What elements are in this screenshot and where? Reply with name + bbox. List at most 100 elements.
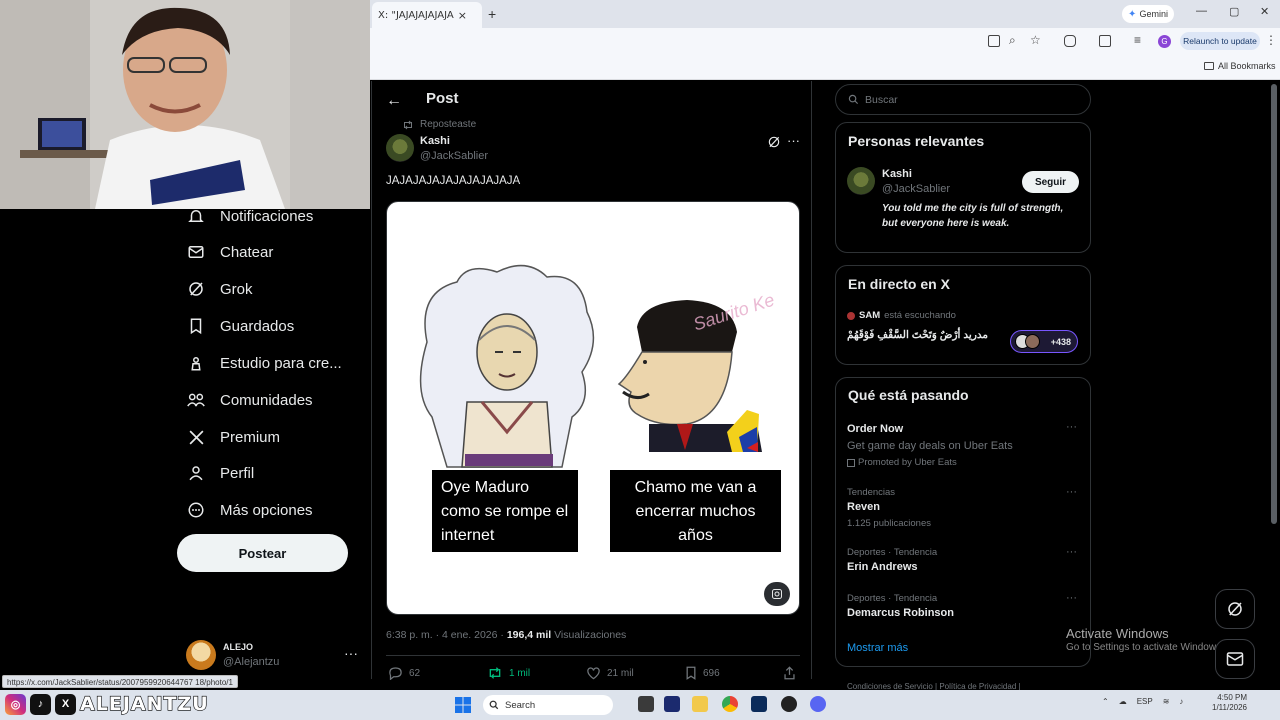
relevant-handle[interactable]: @JackSablier <box>882 183 950 195</box>
taskbar-search[interactable]: Search <box>483 695 613 715</box>
profile-avatar-icon[interactable]: G <box>1158 35 1171 48</box>
follow-button[interactable]: Seguir <box>1022 171 1079 193</box>
chevron-up-icon[interactable]: ⌃ <box>1102 697 1109 706</box>
trend-name[interactable]: Reven <box>847 501 880 513</box>
communities-icon <box>186 390 206 410</box>
x-logo-icon: X <box>55 693 76 715</box>
promoted-line: Promoted by Uber Eats <box>847 457 957 468</box>
gemini-button[interactable]: ✦ Gemini <box>1122 5 1174 23</box>
star-icon[interactable]: ☆ <box>1030 33 1041 47</box>
minimize-icon[interactable]: — <box>1196 5 1207 17</box>
nav-item-notificaciones[interactable]: Notificaciones <box>186 205 313 227</box>
maximize-icon[interactable]: ▢ <box>1229 5 1239 18</box>
live-listeners-pill[interactable]: +438 <box>1010 330 1078 353</box>
post-more-icon[interactable]: ··· <box>787 133 800 148</box>
nav-item-guardados[interactable]: Guardados <box>186 315 294 337</box>
browser-menu-icon[interactable]: ⋮ <box>1265 33 1277 47</box>
chrome-icon[interactable] <box>722 696 738 712</box>
trend-name[interactable]: Order Now <box>847 423 903 435</box>
trend-more-icon[interactable]: ··· <box>1066 592 1077 604</box>
live-host-name: SAM <box>859 310 881 321</box>
trend-name[interactable]: Erin Andrews <box>847 561 918 573</box>
host-avatar-icon <box>847 311 855 320</box>
nav-item-estudio[interactable]: Estudio para cre... <box>186 352 342 374</box>
relevant-name[interactable]: Kashi <box>882 168 912 180</box>
author-avatar[interactable] <box>386 134 414 162</box>
task-view-icon[interactable] <box>638 696 654 712</box>
trend-more-icon[interactable]: ··· <box>1066 486 1077 498</box>
post-media-image[interactable]: Saurito Ke Oye Maduro como se rompe el i… <box>386 201 800 615</box>
trend-name[interactable]: Demarcus Robinson <box>847 607 954 619</box>
page-scrollbar[interactable] <box>1271 84 1277 524</box>
trend-meta: Deportes · Tendencia <box>847 593 938 604</box>
bookmark-button[interactable]: 696 <box>685 666 720 680</box>
nav-item-premium[interactable]: Premium <box>186 426 280 448</box>
zoom-icon[interactable]: ⌕ <box>1009 33 1016 48</box>
author-handle[interactable]: @JackSablier <box>420 150 488 162</box>
close-window-icon[interactable]: ✕ <box>1260 5 1269 18</box>
account-avatar[interactable] <box>186 640 216 670</box>
show-more-link[interactable]: Mostrar más <box>847 642 908 654</box>
reading-list-icon[interactable]: ≡ <box>1134 33 1141 47</box>
card-title: En directo en X <box>848 276 950 292</box>
bell-icon <box>186 206 206 226</box>
trend-more-icon[interactable]: ··· <box>1066 421 1077 433</box>
trend-more-icon[interactable]: ··· <box>1066 546 1077 558</box>
grok-float-button[interactable] <box>1215 589 1255 629</box>
relaunch-button[interactable]: Relaunch to update <box>1180 32 1260 50</box>
discord-icon[interactable] <box>810 696 826 712</box>
repost-action-icon <box>489 667 501 679</box>
nav-label: Perfil <box>220 464 255 482</box>
new-tab-button[interactable]: + <box>488 6 496 22</box>
nav-label: Grok <box>220 280 253 298</box>
heart-icon <box>587 667 600 680</box>
photoshop-icon[interactable] <box>751 696 767 712</box>
wifi-icon[interactable]: ≋ <box>1163 697 1170 706</box>
nav-item-comunidades[interactable]: Comunidades <box>186 389 313 411</box>
image-edit-icon[interactable] <box>764 582 790 606</box>
bookmark-action-icon <box>686 666 696 680</box>
share-button[interactable] <box>783 666 796 680</box>
volume-icon[interactable]: ♪ <box>1179 697 1183 706</box>
split-view-icon[interactable] <box>1099 35 1111 47</box>
obs-icon[interactable] <box>781 696 797 712</box>
like-button[interactable]: 21 mil <box>586 666 634 680</box>
all-bookmarks-button[interactable]: All Bookmarks <box>1204 61 1276 71</box>
mail-icon <box>1226 652 1244 666</box>
file-explorer-icon[interactable] <box>692 696 708 712</box>
taskbar-clock[interactable]: 4:50 PM 1/11/2026 <box>1212 693 1247 713</box>
extensions-icon[interactable] <box>1064 35 1076 47</box>
grok-explain-icon[interactable] <box>767 135 781 149</box>
language-indicator[interactable]: ESP <box>1137 697 1153 706</box>
repost-button[interactable]: 1 mil <box>487 666 530 680</box>
author-name[interactable]: Kashi <box>420 135 450 147</box>
post-views-count: 196,4 mil <box>506 629 552 641</box>
browser-tab[interactable]: X: "JAJAJAJAJAJA × <box>372 2 482 28</box>
post-button[interactable]: Postear <box>177 534 348 572</box>
studio-icon <box>186 353 206 373</box>
like-count: 21 mil <box>607 667 634 679</box>
windows-start-icon[interactable] <box>455 697 471 713</box>
instagram-icon: ◎ <box>5 693 26 715</box>
back-arrow-icon[interactable]: ← <box>386 92 402 110</box>
messages-float-button[interactable] <box>1215 639 1255 679</box>
nav-item-chatear[interactable]: Chatear <box>186 241 273 263</box>
reply-icon <box>389 667 402 680</box>
nav-item-mas-opciones[interactable]: Más opciones <box>186 499 313 521</box>
gemini-label: Gemini <box>1139 9 1168 19</box>
left-navigation <box>0 209 370 679</box>
account-more-icon[interactable]: ··· <box>344 645 358 661</box>
install-app-icon[interactable] <box>988 35 1000 47</box>
search-input[interactable]: Buscar <box>835 84 1091 115</box>
onedrive-icon[interactable]: ☁ <box>1119 697 1127 706</box>
live-space-title[interactable]: مدريد أرْضٌ وَتَحْتَ السَّقْفِ فَوْقَهُم… <box>847 329 988 341</box>
tab-close-icon[interactable]: × <box>458 9 467 22</box>
relevant-avatar[interactable] <box>847 167 875 195</box>
premiere-icon[interactable] <box>664 696 680 712</box>
brand-name: ALEJANTZU <box>79 692 209 715</box>
reply-button[interactable]: 62 <box>388 666 420 680</box>
nav-item-grok[interactable]: Grok <box>186 278 253 300</box>
reply-count: 62 <box>409 667 421 679</box>
system-tray[interactable]: ⌃ ☁ ESP ≋ ♪ <box>1102 697 1183 706</box>
nav-item-perfil[interactable]: Perfil <box>186 462 254 484</box>
